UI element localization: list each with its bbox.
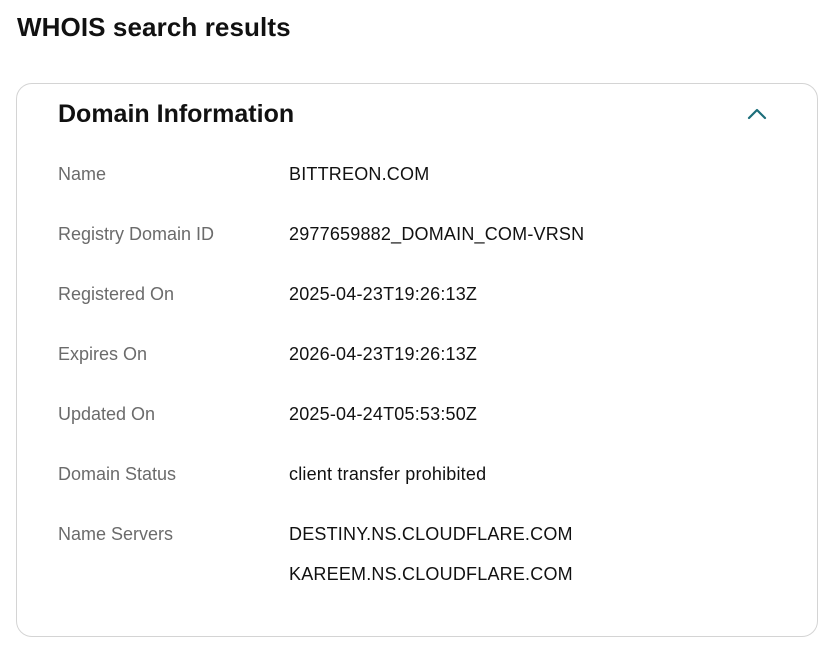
registered-on-value: 2025-04-23T19:26:13Z — [289, 284, 478, 304]
expires-on-label: Expires On — [58, 344, 148, 364]
domain-status-label: Domain Status — [58, 464, 177, 484]
domain-information-card: Domain Information Name BITTREON.COM Reg… — [16, 83, 818, 637]
updated-on-value: 2025-04-24T05:53:50Z — [289, 404, 478, 424]
info-row-updated-on: Updated On 2025-04-24T05:53:50Z — [58, 397, 777, 457]
domain-status-value: client transfer prohibited — [289, 464, 487, 484]
info-row-domain-status: Domain Status client transfer prohibited — [58, 457, 777, 517]
info-row-name-servers: Name Servers DESTINY.NS.CLOUDFLARE.COM K… — [58, 517, 777, 607]
name-value: BITTREON.COM — [289, 164, 430, 184]
info-row-expires-on: Expires On 2026-04-23T19:26:13Z — [58, 337, 777, 397]
domain-info-list: Name BITTREON.COM Registry Domain ID 297… — [58, 157, 777, 607]
registry-domain-id-label: Registry Domain ID — [58, 224, 215, 244]
name-servers-label: Name Servers — [58, 524, 174, 544]
page-title: WHOIS search results — [17, 12, 291, 42]
info-row-registered-on: Registered On 2025-04-23T19:26:13Z — [58, 277, 777, 337]
name-servers-list: DESTINY.NS.CLOUDFLARE.COM KAREEM.NS.CLOU… — [289, 517, 573, 602]
domain-information-header[interactable]: Domain Information — [58, 96, 777, 132]
info-row-registry-domain-id: Registry Domain ID 2977659882_DOMAIN_COM… — [58, 217, 777, 277]
registry-domain-id-value: 2977659882_DOMAIN_COM-VRSN — [289, 224, 585, 244]
card-title: Domain Information — [58, 100, 295, 128]
registered-on-label: Registered On — [58, 284, 175, 304]
name-server-value: KAREEM.NS.CLOUDFLARE.COM — [289, 564, 573, 584]
updated-on-label: Updated On — [58, 404, 156, 424]
info-row-name: Name BITTREON.COM — [58, 157, 777, 217]
name-server-value: DESTINY.NS.CLOUDFLARE.COM — [289, 524, 573, 544]
chevron-up-icon[interactable] — [745, 102, 769, 126]
name-label: Name — [58, 164, 107, 184]
expires-on-value: 2026-04-23T19:26:13Z — [289, 344, 478, 364]
